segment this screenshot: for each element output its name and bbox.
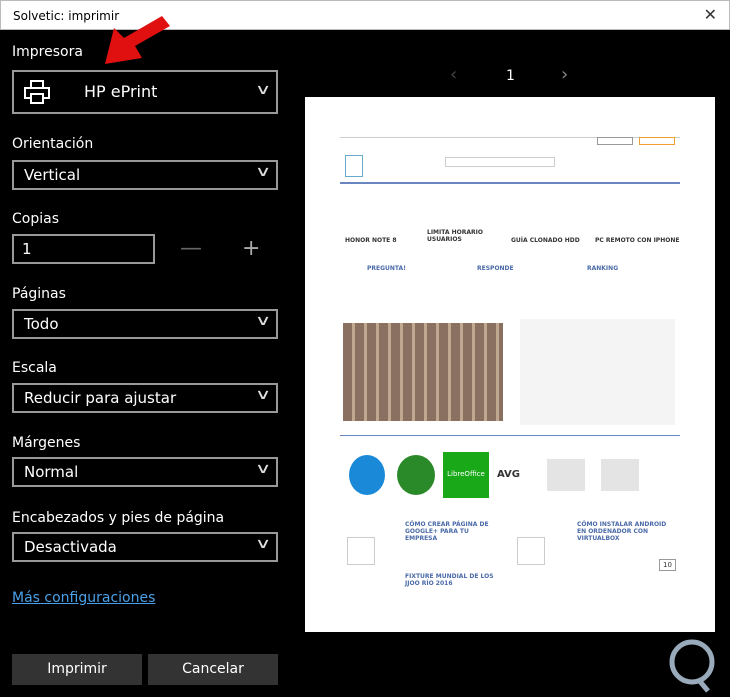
printer-select[interactable]: HP ePrint ∨ [12, 70, 278, 114]
headline: PC REMOTO CON IPHONE [595, 237, 680, 244]
preview-button [597, 137, 633, 145]
card-title: RANKING [587, 265, 619, 272]
avg-icon: AVG [497, 469, 521, 480]
margins-label: Márgenes [12, 435, 81, 451]
divider [340, 435, 680, 436]
cancel-button[interactable]: Cancelar [148, 654, 278, 685]
headline: GUÍA CLONADO HDD [511, 237, 580, 244]
avatar-grid [343, 323, 503, 421]
next-page-button[interactable]: › [561, 64, 568, 85]
image-placeholder-icon [601, 459, 639, 491]
printer-value: HP ePrint [84, 82, 158, 101]
headers-footers-select[interactable]: Desactivada ∨ [12, 532, 278, 562]
page-number: 1 [506, 68, 515, 84]
libreoffice-icon: LibreOffice [443, 452, 489, 498]
more-settings-link[interactable]: Más configuraciones [12, 590, 155, 606]
thumb [517, 537, 545, 565]
site-logo [345, 155, 363, 177]
copies-input[interactable]: 1 [12, 234, 155, 264]
chevron-down-icon: ∨ [254, 461, 272, 477]
chevron-down-icon: ∨ [254, 387, 272, 403]
print-preview-page: HONOR NOTE 8 LIMITA HORARIO USUARIOS GUÍ… [305, 97, 715, 632]
pages-select[interactable]: Todo ∨ [12, 309, 278, 339]
headers-footers-label: Encabezados y pies de página [12, 510, 225, 526]
chevron-down-icon: ∨ [254, 536, 272, 552]
preview-search [445, 157, 555, 167]
scale-value: Reducir para ajustar [24, 389, 177, 407]
print-button[interactable]: Imprimir [12, 654, 142, 685]
orientation-value: Vertical [24, 166, 81, 184]
card-title: RESPONDE [477, 265, 514, 272]
scale-label: Escala [12, 360, 57, 376]
increment-button[interactable]: + [242, 236, 260, 261]
headline: HONOR NOTE 8 [345, 237, 397, 244]
chevron-down-icon: ∨ [254, 313, 272, 329]
app-icon [349, 455, 385, 495]
close-icon[interactable]: ✕ [704, 5, 717, 24]
post-title: CÓMO CREAR PÁGINA DE GOOGLE+ PARA TU EMP… [405, 521, 489, 542]
image-placeholder-icon [547, 459, 585, 491]
divider [340, 182, 680, 184]
printer-label: Impresora [12, 44, 83, 60]
scale-select[interactable]: Reducir para ajustar ∨ [12, 383, 278, 413]
counter-badge: 10 [659, 559, 676, 571]
card-title: PREGUNTA! [367, 265, 406, 272]
orientation-select[interactable]: Vertical ∨ [12, 160, 278, 190]
orientation-label: Orientación [12, 136, 94, 152]
margins-select[interactable]: Normal ∨ [12, 457, 278, 487]
pages-value: Todo [24, 315, 59, 333]
headline: LIMITA HORARIO USUARIOS [427, 229, 483, 243]
headers-footers-value: Desactivada [24, 538, 117, 556]
copies-label: Copias [12, 211, 59, 227]
pages-label: Páginas [12, 286, 66, 302]
post-title: CÓMO INSTALAR ANDROID EN ORDENADOR CON V… [577, 521, 667, 542]
chevron-down-icon: ∨ [254, 164, 272, 180]
chevron-down-icon: ∨ [254, 82, 272, 98]
printer-icon [24, 80, 50, 104]
question-list [520, 319, 675, 425]
margins-value: Normal [24, 463, 79, 481]
decrement-button[interactable]: — [180, 236, 202, 261]
app-icon [397, 455, 435, 495]
red-arrow-annotation-icon [105, 16, 170, 64]
solvetic-logo-icon [669, 639, 715, 693]
preview-button [639, 137, 675, 145]
previous-page-button[interactable]: ‹ [450, 64, 457, 85]
thumb [347, 537, 375, 565]
post-title: FIXTURE MUNDIAL DE LOS JJOO RÍO 2016 [405, 573, 494, 587]
